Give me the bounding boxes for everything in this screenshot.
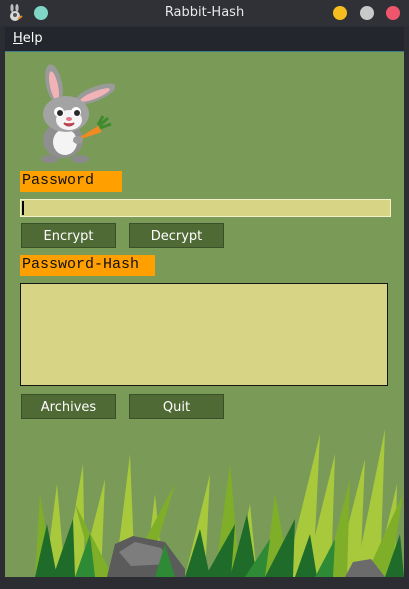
encrypt-button[interactable]: Encrypt [21, 223, 116, 248]
quit-button[interactable]: Quit [129, 394, 224, 419]
rabbit-mascot-image [41, 64, 115, 163]
password-hash-output[interactable] [20, 283, 388, 386]
password-label: Password [20, 171, 122, 192]
window-titlebar: Rabbit-Hash [0, 0, 409, 26]
menu-help-mnemonic: H [13, 31, 23, 46]
main-panel: Password Encrypt Decrypt Password-Hash A… [5, 52, 404, 582]
menubar: Help [5, 27, 404, 52]
window-bottom-border [5, 577, 404, 582]
text-caret [22, 201, 24, 215]
maximize-button[interactable] [360, 6, 374, 20]
close-button[interactable] [386, 6, 400, 20]
menu-help-label: elp [22, 31, 43, 46]
grass-decoration-image [35, 429, 404, 577]
archives-button[interactable]: Archives [21, 394, 116, 419]
password-hash-label: Password-Hash [20, 255, 155, 276]
password-input[interactable] [20, 199, 391, 217]
minimize-button[interactable] [333, 6, 347, 20]
decrypt-button[interactable]: Decrypt [129, 223, 224, 248]
window-title: Rabbit-Hash [164, 5, 245, 20]
menu-help[interactable]: Help [13, 31, 43, 46]
